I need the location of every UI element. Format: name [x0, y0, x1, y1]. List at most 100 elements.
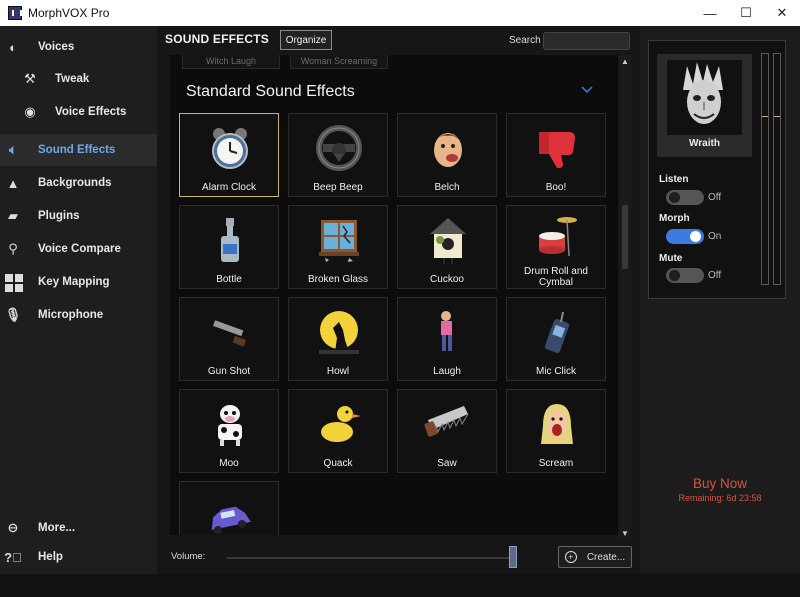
- sidebar-item-label: More...: [38, 522, 76, 534]
- bottom-bar: [0, 574, 800, 597]
- sidebar-item-sound-effects[interactable]: 🔈︎ Sound Effects: [0, 134, 157, 166]
- sidebar-item-voices[interactable]: ◐ Voices: [0, 31, 157, 63]
- tile-label: Mic Click: [536, 366, 576, 377]
- morph-label: Morph: [659, 213, 690, 224]
- tile-moo[interactable]: Moo: [179, 389, 279, 473]
- maximize-button[interactable]: ☐: [728, 0, 764, 26]
- tile-label: Boo!: [545, 182, 567, 193]
- previous-tile-woman-screaming[interactable]: Woman Screaming: [290, 55, 388, 69]
- input-level-meter: [761, 53, 769, 285]
- tile-label: Quack: [323, 458, 353, 469]
- sidebar-item-tweak[interactable]: ⚒ Tweak: [0, 63, 157, 95]
- minimize-button[interactable]: —: [692, 0, 728, 26]
- tools-icon: ⚒: [24, 71, 36, 86]
- previous-tile-witch-laugh[interactable]: Witch Laugh: [182, 55, 280, 69]
- sidebar-item-voice-compare[interactable]: ⚲ Voice Compare: [0, 233, 157, 265]
- screaming-woman-icon: [541, 404, 573, 444]
- tile-broken-glass[interactable]: Broken Glass: [288, 205, 388, 289]
- cow-icon: [218, 405, 242, 446]
- tile-laugh[interactable]: Laugh: [397, 297, 497, 381]
- tile-saw[interactable]: Saw: [397, 389, 497, 473]
- tile-label: Beep Beep: [313, 182, 363, 193]
- sidebar-item-label: Help: [38, 551, 63, 563]
- mute-label: Mute: [659, 253, 683, 264]
- search-label: Search: [509, 35, 541, 46]
- tile-drum-roll-and-cymbal[interactable]: Drum Roll and Cymbal: [506, 205, 606, 289]
- voice-box: Wraith Listen Off Morph On Mute Off: [648, 40, 786, 299]
- tile-label: Bottle: [216, 274, 242, 285]
- sidebar-item-label: Tweak: [55, 73, 90, 85]
- current-voice-name: Wraith: [689, 138, 720, 149]
- tile-car[interactable]: [179, 481, 279, 535]
- sidebar-item-more[interactable]: ⊖ More...: [0, 512, 157, 544]
- belch-face-icon: [434, 133, 462, 167]
- sidebar-item-plugins[interactable]: ▰ Plugins: [0, 200, 157, 232]
- tile-gun-shot[interactable]: Gun Shot: [179, 297, 279, 381]
- volume-slider-track[interactable]: [227, 557, 512, 559]
- tile-howl[interactable]: Howl: [288, 297, 388, 381]
- listen-state: Off: [708, 192, 722, 203]
- current-voice-card[interactable]: Wraith: [657, 54, 752, 157]
- tile-label: Alarm Clock: [202, 182, 256, 193]
- sound-effects-grid: Witch Laugh Woman Screaming Standard Sou…: [170, 55, 618, 535]
- scroll-up-arrow-icon[interactable]: ▲: [619, 55, 631, 67]
- organize-button[interactable]: Organize: [280, 30, 332, 50]
- tile-cuckoo[interactable]: Cuckoo: [397, 205, 497, 289]
- buy-now-link[interactable]: Buy Now: [640, 476, 800, 491]
- tile-mic-click[interactable]: Mic Click: [506, 297, 606, 381]
- duck-icon: [321, 406, 361, 442]
- tile-label: Broken Glass: [307, 274, 369, 285]
- listen-label: Listen: [659, 174, 689, 185]
- gun-icon: [213, 320, 247, 347]
- sidebar-item-label: Sound Effects: [38, 144, 116, 156]
- steering-wheel-icon: [316, 125, 362, 171]
- sidebar-item-label: Voices: [38, 41, 75, 53]
- chevron-down-icon[interactable]: [581, 86, 593, 96]
- sidebar-item-help[interactable]: ?⃝ Help: [0, 541, 157, 573]
- window-title: MorphVOX Pro: [28, 6, 110, 20]
- volume-label: Volume:: [171, 551, 206, 562]
- sidebar-item-label: Microphone: [38, 309, 104, 321]
- sidebar-item-label: Key Mapping: [38, 276, 110, 288]
- plus-icon: +: [564, 551, 577, 563]
- output-level-meter: [773, 53, 781, 285]
- keyboard-icon: [5, 274, 23, 292]
- page-title: SOUND EFFECTS: [165, 32, 269, 46]
- morph-toggle[interactable]: [666, 229, 704, 244]
- sidebar-item-label: Backgrounds: [38, 177, 112, 189]
- search-input[interactable]: [543, 32, 630, 50]
- sidebar-item-microphone[interactable]: 🎙︎ Microphone: [0, 299, 157, 331]
- help-icon: ?⃝: [4, 549, 22, 565]
- volume-slider-handle[interactable]: [509, 546, 517, 568]
- magnifier-icon: ⚲: [8, 241, 18, 256]
- tile-label: Saw: [437, 458, 457, 469]
- tile-label: Moo: [219, 458, 239, 469]
- tile-alarm-clock[interactable]: Alarm Clock: [179, 113, 279, 197]
- more-icon: ⊖: [7, 520, 19, 535]
- mute-state: Off: [708, 270, 722, 281]
- tile-label: Gun Shot: [207, 366, 251, 377]
- sidebar-item-voice-effects[interactable]: ◉ Voice Effects: [0, 96, 157, 128]
- tile-scream[interactable]: Scream: [506, 389, 606, 473]
- tile-beep-beep[interactable]: Beep Beep: [288, 113, 388, 197]
- scroll-thumb[interactable]: [622, 205, 628, 269]
- tile-bottle[interactable]: Bottle: [179, 205, 279, 289]
- close-button[interactable]: ✕: [764, 0, 800, 26]
- car-icon: [211, 506, 251, 534]
- tile-label: Cuckoo: [430, 274, 464, 285]
- walkie-talkie-icon: [544, 311, 570, 353]
- sidebar-item-label: Voice Effects: [55, 106, 127, 118]
- grid-scrollbar[interactable]: ▲ ▼: [619, 55, 631, 539]
- scroll-down-arrow-icon[interactable]: ▼: [619, 527, 631, 539]
- sidebar-item-key-mapping[interactable]: Key Mapping: [0, 266, 157, 298]
- speaker-icon: 🔈︎: [9, 142, 17, 157]
- tile-label: Belch: [434, 182, 460, 193]
- mute-toggle[interactable]: [666, 268, 704, 283]
- sidebar-item-backgrounds[interactable]: ▲ Backgrounds: [0, 167, 157, 199]
- wraith-avatar-icon: [667, 60, 742, 135]
- listen-toggle[interactable]: [666, 190, 704, 205]
- tile-belch[interactable]: Belch: [397, 113, 497, 197]
- tile-quack[interactable]: Quack: [288, 389, 388, 473]
- create-button[interactable]: + Create...: [558, 546, 632, 568]
- tile-boo[interactable]: Boo!: [506, 113, 606, 197]
